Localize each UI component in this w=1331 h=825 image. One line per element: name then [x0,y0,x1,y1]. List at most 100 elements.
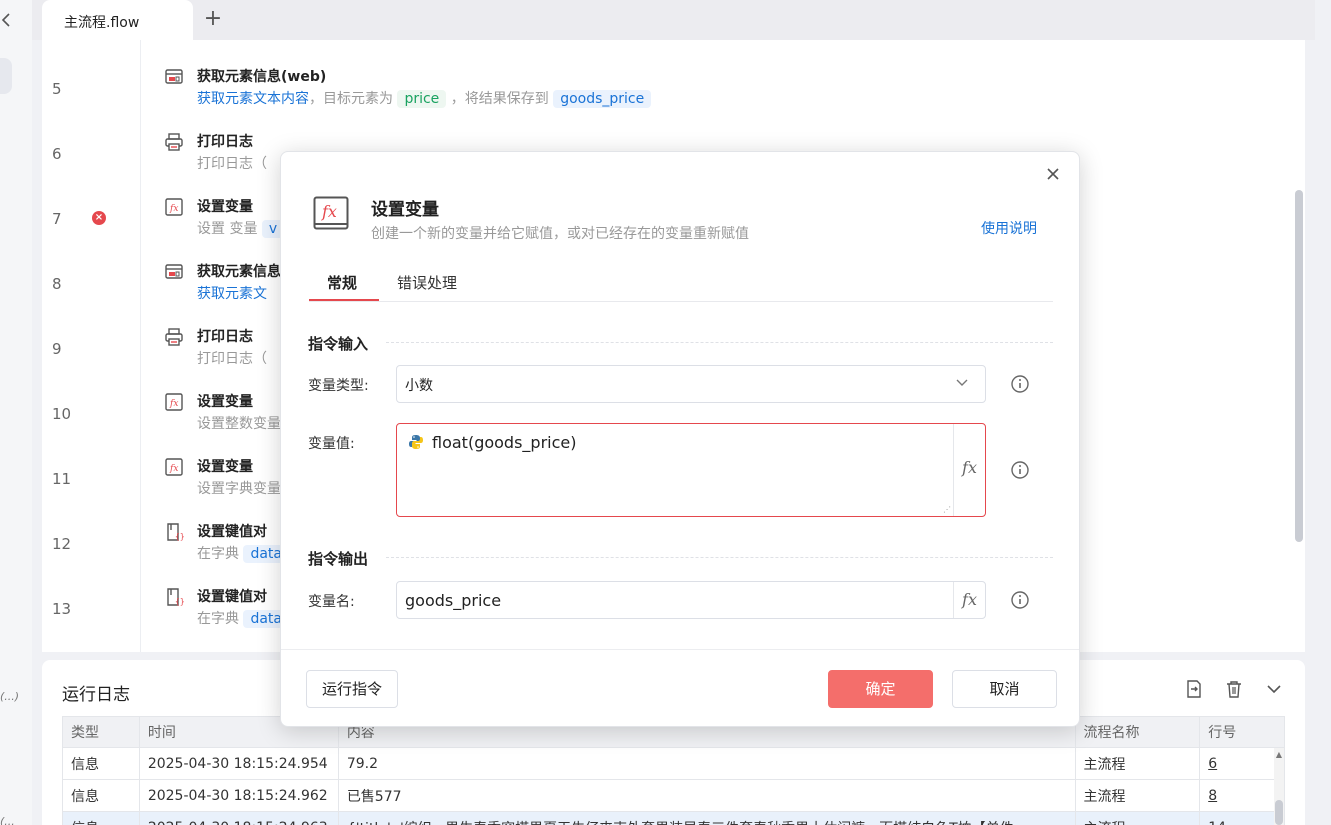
help-link[interactable]: 使用说明 [981,218,1037,238]
step-desc-text: ，目标元素为 [309,91,393,107]
step-title: 获取元素信息(web) [197,69,327,85]
log-scrollbar[interactable]: ▲ [1274,748,1284,825]
log-time: 2025-04-30 18:15:24.962 [138,779,339,812]
confirm-button[interactable]: 确定 [828,670,933,708]
set-variable-icon: fx [164,458,184,476]
log-table: 类型 时间 内容 流程名称 行号 信息 2025-04-30 18:15:24.… [62,716,1285,825]
left-sidebar: (...) (... [0,0,32,825]
column-header[interactable]: 行号 [1199,716,1285,748]
step-title: 打印日志 [197,329,253,345]
fx-button[interactable]: fx [953,424,985,516]
log-scroll-thumb[interactable] [1275,800,1283,825]
sidebar-text-fragment: (...) [0,690,20,703]
log-content: {'title': '编织...男生春季穿搭男夏天牛仔夹克外套男装早春三件套春秋… [337,811,1076,825]
log-content: 已售577 [337,779,1076,812]
scroll-up-icon[interactable]: ▲ [1274,750,1284,759]
svg-text:{}: {} [175,597,184,606]
section-divider [386,342,1053,343]
gutter-divider [140,40,141,652]
log-flow: 主流程 [1074,779,1201,812]
step-description: 获取元素文本内容，目标元素为 price ，将结果保存到 goods_price [197,88,652,108]
log-title: 运行日志 [62,685,130,705]
var-name-value: goods_price [405,591,502,610]
column-header[interactable]: 类型 [62,716,140,748]
web-element-icon [164,263,184,281]
step-title: 获取元素信息 [197,264,281,280]
close-icon[interactable] [1043,166,1063,186]
tab-general[interactable]: 常规 [327,272,357,293]
step-desc-text: 在字典 [197,611,239,627]
step-desc-text: ，将结果保存到 [450,91,549,107]
var-name-input[interactable]: goods_price fx [396,581,986,619]
info-icon[interactable] [1010,374,1030,394]
var-value-editor[interactable]: float(goods_price) ⋰ fx [396,423,986,517]
footer-divider [281,649,1079,650]
active-tab-indicator [309,299,379,301]
cancel-button[interactable]: 取消 [952,670,1057,708]
line-number: 13 [52,600,72,618]
info-icon[interactable] [1010,460,1030,480]
line-number: 6 [52,145,62,163]
variable-chip[interactable]: goods_price [553,90,652,108]
step-description: 在字典 data [197,543,289,563]
dialog-subtitle: 创建一个新的变量并给它赋值，或对已经存在的变量重新赋值 [371,226,749,242]
fx-button[interactable]: fx [953,582,985,618]
error-icon[interactable]: × [92,211,106,225]
file-tabs-bar: 主流程.flow + [32,0,1315,40]
chevron-down-icon[interactable] [1263,678,1285,700]
log-content: 79.2 [337,747,1076,780]
set-variable-icon: fx [164,393,184,411]
resize-grip-icon[interactable]: ⋰ [943,505,951,514]
step-title: 设置键值对 [197,524,267,540]
sidebar-text-fragment: (... [0,815,15,825]
step-description: 设置字典变量 [197,481,281,497]
export-icon[interactable] [1183,678,1205,700]
log-line-link[interactable]: 14 [1199,811,1285,825]
line-number: 12 [52,535,72,553]
var-type-select[interactable]: 小数 [396,365,986,403]
element-chip[interactable]: price [397,90,447,108]
tab-main-flow[interactable]: 主流程.flow [42,0,193,40]
line-number: 10 [52,405,72,423]
line-number: 5 [52,80,62,98]
column-header[interactable]: 流程名称 [1074,716,1201,748]
table-row[interactable]: 信息 2025-04-30 18:15:24.962 已售577 主流程 8 [62,779,1285,812]
trash-icon[interactable] [1223,678,1245,700]
step-desc-text: 在字典 [197,546,239,562]
step-description: 设置 变量 v [197,218,285,238]
line-number: 9 [52,340,62,358]
log-line-link[interactable]: 8 [1199,779,1285,812]
add-tab-button[interactable]: + [202,4,224,34]
svg-text:fx: fx [321,202,337,221]
step-description: 获取元素文 [197,283,267,303]
step-action-link[interactable]: 获取元素文 [197,286,267,302]
var-type-value: 小数 [405,378,433,394]
tab-error-handling[interactable]: 错误处理 [397,272,457,293]
input-section-title: 指令输入 [308,335,369,353]
step-title: 设置键值对 [197,589,267,605]
log-actions [1183,678,1285,700]
table-row[interactable]: 信息 2025-04-30 18:15:24.963 {'title': '编织… [62,811,1285,825]
python-icon [408,434,424,450]
step-description: 打印日志（ [197,156,267,172]
var-type-label: 变量类型: [308,378,369,394]
step-action-link[interactable]: 获取元素文本内容 [197,91,309,107]
table-row[interactable]: 信息 2025-04-30 18:15:24.954 79.2 主流程 6 [62,747,1285,780]
dialog-tabs: 常规 错误处理 [309,264,1053,302]
printer-icon [164,133,184,151]
log-type: 信息 [62,779,140,812]
var-value-label: 变量值: [308,436,355,452]
set-variable-icon: fx [164,198,184,216]
sidebar-selected-item[interactable] [0,58,12,94]
log-type: 信息 [62,747,140,780]
svg-text:{}: {} [175,532,184,541]
log-line-link[interactable]: 6 [1199,747,1285,780]
step-title: 设置变量 [197,459,253,475]
back-arrow-icon[interactable] [0,10,14,40]
var-name-label: 变量名: [308,594,355,610]
editor-scrollbar[interactable] [1295,190,1303,542]
svg-text:fx: fx [169,399,178,409]
info-icon[interactable] [1010,590,1030,610]
step-title: 设置变量 [197,199,253,215]
run-command-button[interactable]: 运行指令 [306,670,398,708]
